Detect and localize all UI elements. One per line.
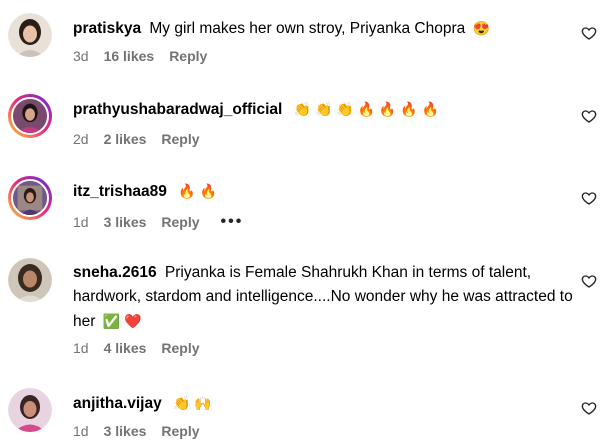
- reply-button[interactable]: Reply: [161, 214, 199, 230]
- comment-emojis: ✅ ❤️: [102, 313, 142, 329]
- comment-likes[interactable]: 2 likes: [104, 131, 147, 147]
- avatar-image: [8, 258, 52, 302]
- avatar[interactable]: [8, 388, 52, 432]
- heart-outline-icon[interactable]: [581, 400, 597, 416]
- avatar-image: [13, 181, 47, 215]
- avatar[interactable]: [8, 258, 52, 302]
- comment-meta: 1d 3 likes Reply: [73, 423, 215, 439]
- comment-emojis: 👏 🙌: [173, 395, 212, 411]
- comment-text: prathyushabaradwaj_official 👏 👏 👏 🔥 🔥 🔥 …: [73, 97, 573, 122]
- comment-meta: 1d 3 likes Reply •••: [73, 213, 258, 231]
- heart-outline-icon[interactable]: [581, 25, 597, 41]
- comment-username[interactable]: sneha.2616: [73, 264, 157, 281]
- avatar: [11, 179, 49, 217]
- comment-likes[interactable]: 4 likes: [104, 340, 147, 356]
- comment-emojis: 👏 👏 👏 🔥 🔥 🔥 🔥: [293, 101, 439, 117]
- reply-button[interactable]: Reply: [161, 340, 199, 356]
- comment-meta: 1d 4 likes Reply: [73, 340, 215, 356]
- comment-username[interactable]: anjitha.vijay: [73, 395, 162, 412]
- comment-emojis: 🔥 🔥: [178, 183, 217, 199]
- comment-emojis: 😍: [472, 20, 490, 36]
- comment-username[interactable]: pratiskya: [73, 20, 141, 37]
- comment-body: My girl makes her own stroy, Priyanka Ch…: [149, 20, 466, 37]
- more-options-icon[interactable]: •••: [221, 213, 244, 231]
- comment-time[interactable]: 1d: [73, 340, 89, 356]
- reply-button[interactable]: Reply: [169, 48, 207, 64]
- comment-likes[interactable]: 16 likes: [104, 48, 155, 64]
- comment-text: pratiskya My girl makes her own stroy, P…: [73, 16, 573, 41]
- avatar-image: [13, 99, 47, 133]
- avatar-image: [8, 388, 52, 432]
- avatar: [11, 97, 49, 135]
- comment-username[interactable]: prathyushabaradwaj_official: [73, 101, 282, 118]
- avatar-story-ring[interactable]: [8, 176, 52, 220]
- comment-text: sneha.2616 Priyanka is Female Shahrukh K…: [73, 261, 573, 334]
- comment-time[interactable]: 1d: [73, 423, 89, 439]
- comment-text: itz_trishaa89 🔥 🔥: [73, 179, 573, 204]
- comment-likes[interactable]: 3 likes: [104, 214, 147, 230]
- avatar[interactable]: [8, 13, 52, 57]
- heart-outline-icon[interactable]: [581, 108, 597, 124]
- comment-meta: 3d 16 likes Reply: [73, 48, 222, 64]
- comment-text: anjitha.vijay 👏 🙌: [73, 391, 573, 416]
- comment-meta: 2d 2 likes Reply: [73, 131, 215, 147]
- heart-outline-icon[interactable]: [581, 190, 597, 206]
- reply-button[interactable]: Reply: [161, 131, 199, 147]
- heart-outline-icon[interactable]: [581, 273, 597, 289]
- comment-time[interactable]: 3d: [73, 48, 89, 64]
- comment-likes[interactable]: 3 likes: [104, 423, 147, 439]
- comment-time[interactable]: 1d: [73, 214, 89, 230]
- avatar-image: [8, 13, 52, 57]
- comment-username[interactable]: itz_trishaa89: [73, 183, 167, 200]
- comment-time[interactable]: 2d: [73, 131, 89, 147]
- reply-button[interactable]: Reply: [161, 423, 199, 439]
- avatar-story-ring[interactable]: [8, 94, 52, 138]
